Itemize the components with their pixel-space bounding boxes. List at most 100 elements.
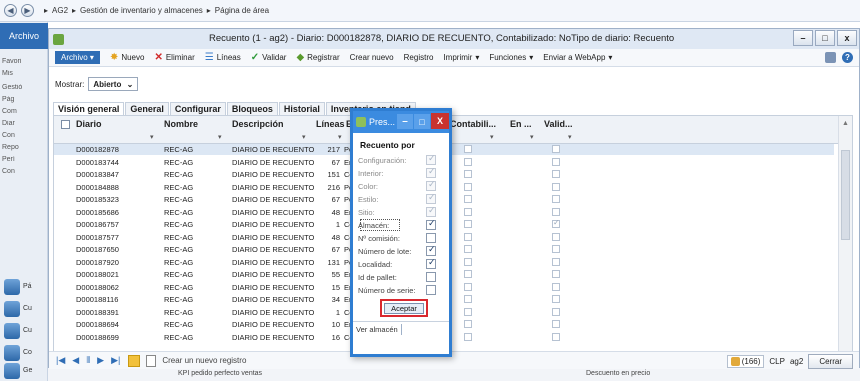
validated-checkbox: [552, 195, 560, 203]
breadcrumb-item[interactable]: Página de área: [215, 6, 269, 15]
module-icon[interactable]: [4, 363, 20, 379]
cell-descripcion: DIARIO DE RECUENTO: [232, 320, 315, 329]
module-label[interactable]: Ge: [23, 367, 32, 374]
cell-lineas: 131: [327, 257, 340, 267]
vertical-scrollbar[interactable]: ▲ ▼: [838, 116, 852, 360]
dialog-close-button[interactable]: X: [431, 113, 449, 129]
nav-item[interactable]: Com: [2, 108, 46, 115]
module-icon[interactable]: [4, 301, 20, 317]
window-list-icon[interactable]: [825, 52, 836, 63]
nav-item[interactable]: Con: [2, 168, 46, 175]
imprimir-menu[interactable]: Imprimir ▾: [443, 53, 479, 62]
scroll-up-icon[interactable]: ▲: [842, 120, 849, 127]
close-window-button[interactable]: x: [837, 30, 857, 46]
maximize-button[interactable]: □: [815, 30, 835, 46]
next-record-icon[interactable]: ▶: [97, 355, 104, 366]
breadcrumb-item[interactable]: AG2: [52, 6, 68, 15]
chevron-down-icon[interactable]: ▾: [568, 133, 572, 141]
nav-item[interactable]: Favori: [2, 58, 46, 65]
chevron-down-icon[interactable]: ▾: [490, 133, 494, 141]
enviar-webapp-menu[interactable]: Enviar a WebApp ▾: [543, 53, 612, 62]
funciones-menu[interactable]: Funciones ▾: [489, 53, 533, 62]
validated-checkbox: [552, 218, 560, 228]
option-checkbox[interactable]: [426, 285, 436, 295]
registrar-button[interactable]: ◆ Registrar: [296, 52, 339, 63]
chevron-down-icon[interactable]: ▾: [150, 133, 154, 141]
archivo-menu[interactable]: Archivo ▾: [55, 51, 100, 64]
option-checkbox[interactable]: [426, 218, 436, 230]
column-header-nombre[interactable]: Nombre: [164, 119, 198, 129]
tab-historial[interactable]: Historial: [278, 102, 325, 115]
ver-almacen-link[interactable]: Ver almacén: [356, 325, 398, 334]
chevron-down-icon[interactable]: ▾: [218, 133, 222, 141]
tab-general[interactable]: General: [125, 102, 169, 115]
app-icon: [53, 33, 64, 45]
accept-button[interactable]: Aceptar: [384, 303, 424, 314]
close-button[interactable]: Cerrar: [808, 354, 853, 369]
tab-configurar[interactable]: Configurar: [169, 102, 226, 115]
registro-button[interactable]: Registro: [404, 53, 434, 62]
column-header-lineas[interactable]: Líneas: [316, 119, 345, 129]
validar-button[interactable]: ✓ Validar: [251, 52, 287, 63]
breadcrumb-item[interactable]: Gestión de inventario y almacenes: [80, 6, 203, 15]
scroll-records-icon[interactable]: ⦀: [86, 355, 90, 366]
nav-item[interactable]: Mis: [2, 70, 46, 77]
nav-item[interactable]: Gestió: [2, 84, 46, 91]
first-record-icon[interactable]: |◀: [56, 355, 65, 366]
nav-item[interactable]: Pág: [2, 96, 46, 103]
module-label[interactable]: Cu: [23, 327, 32, 334]
new-star-icon: ✸: [109, 52, 119, 63]
archivo-tab[interactable]: Archivo: [0, 23, 48, 49]
module-label[interactable]: Co: [23, 349, 32, 356]
help-icon[interactable]: ?: [842, 52, 853, 63]
module-icon[interactable]: [4, 279, 20, 295]
descuento-link[interactable]: Descuento en precio: [586, 370, 650, 377]
nav-item[interactable]: Repo: [2, 144, 46, 151]
option-checkbox[interactable]: [426, 257, 436, 269]
module-icon[interactable]: [4, 345, 20, 361]
lineas-button[interactable]: ☰ Líneas: [205, 52, 241, 63]
cell-lineas: 48: [331, 232, 340, 242]
column-header-contabilizado[interactable]: Contabili...: [450, 119, 496, 129]
breadcrumb-sep-icon: ▸: [44, 6, 49, 15]
crear-nuevo-button[interactable]: Crear nuevo: [350, 53, 394, 62]
new-record-icon[interactable]: [146, 354, 157, 367]
column-header-descripcion[interactable]: Descripción: [232, 119, 284, 129]
dialog-maximize-button[interactable]: □: [414, 114, 430, 129]
nuevo-button[interactable]: ✸ Nuevo: [110, 52, 145, 63]
option-label: Configuración:: [358, 156, 407, 165]
module-label[interactable]: Pá: [23, 283, 32, 290]
cell-lineas: 34: [331, 295, 340, 304]
select-all-checkbox[interactable]: [61, 120, 70, 129]
module-icon[interactable]: [4, 323, 20, 339]
scroll-thumb[interactable]: [841, 150, 850, 240]
tab-vision-general[interactable]: Visión general: [53, 102, 125, 115]
kpi-link[interactable]: KPI pedido perfecto ventas: [178, 370, 262, 377]
module-label[interactable]: Cu: [23, 305, 32, 312]
option-checkbox[interactable]: [426, 244, 436, 256]
chevron-down-icon[interactable]: ▾: [302, 133, 306, 141]
nav-item[interactable]: Perí: [2, 156, 46, 163]
option-checkbox[interactable]: [426, 272, 436, 282]
dialog-minimize-button[interactable]: –: [397, 114, 413, 129]
enviar-label: Enviar a WebApp: [543, 53, 606, 62]
validated-checkbox: [552, 320, 560, 328]
column-header-diario[interactable]: Diario: [76, 119, 102, 129]
column-header-validado[interactable]: Valid...: [544, 119, 573, 129]
forward-icon[interactable]: ▶: [21, 4, 34, 17]
column-header-en[interactable]: En ...: [510, 119, 532, 129]
option-checkbox[interactable]: [426, 233, 436, 243]
chevron-down-icon[interactable]: ▾: [338, 133, 342, 141]
back-icon[interactable]: ◀: [4, 4, 17, 17]
edit-icon[interactable]: [128, 354, 141, 367]
eliminar-button[interactable]: ✕ Eliminar: [154, 52, 194, 63]
previous-record-icon[interactable]: ◀: [72, 355, 79, 366]
chevron-down-icon[interactable]: ▾: [530, 133, 534, 141]
nav-item[interactable]: Con: [2, 132, 46, 139]
grid-header: Diario Nombre Descripción Líneas Es Cont…: [54, 116, 852, 144]
last-record-icon[interactable]: ▶|: [111, 355, 120, 366]
nav-item[interactable]: Diar: [2, 120, 46, 127]
tab-bloqueos[interactable]: Bloqueos: [226, 102, 278, 115]
minimize-button[interactable]: –: [793, 30, 813, 46]
show-filter-select[interactable]: Abierto ⌄: [88, 77, 139, 91]
